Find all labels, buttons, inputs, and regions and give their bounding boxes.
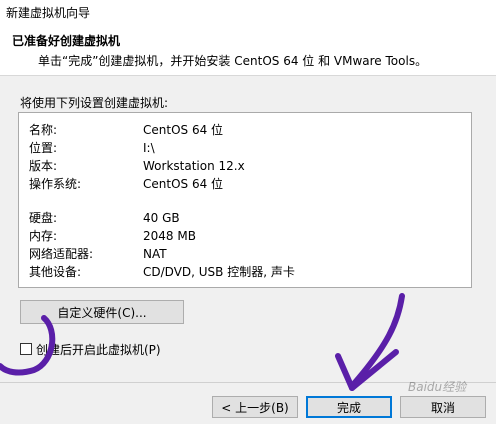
watermark: Baidu经验 <box>408 380 467 394</box>
summary-value: I:\ <box>143 141 155 155</box>
summary-value: 2048 MB <box>143 229 196 243</box>
summary-value: CentOS 64 位 <box>143 177 224 191</box>
summary-value: NAT <box>143 247 167 261</box>
wizard-header: 已准备好创建虚拟机 单击“完成”创建虚拟机，并开始安装 CentOS 64 位 … <box>0 24 496 76</box>
summary-key: 操作系统: <box>29 177 82 191</box>
summary-key: 名称: <box>29 123 58 137</box>
back-button[interactable]: < 上一步(B) <box>212 396 298 418</box>
finish-button[interactable]: 完成 <box>306 396 392 418</box>
summary-row-disk: 硬盘: 40 GB <box>19 209 471 227</box>
summary-value: Workstation 12.x <box>143 159 245 173</box>
arrow-shaft-annotation <box>349 293 405 389</box>
summary-row-os: 操作系统: CentOS 64 位 <box>19 175 471 193</box>
summary-key: 位置: <box>29 141 58 155</box>
customize-hardware-button[interactable]: 自定义硬件(C)... <box>20 300 184 324</box>
summary-key: 硬盘: <box>29 211 58 225</box>
power-on-label: 创建后开启此虚拟机(P) <box>36 342 161 357</box>
header-title: 已准备好创建虚拟机 <box>12 34 121 48</box>
arrow-head-left-annotation <box>335 353 355 391</box>
power-on-checkbox[interactable] <box>20 343 32 355</box>
summary-row-location: 位置: I:\ <box>19 139 471 157</box>
summary-key: 版本: <box>29 159 58 173</box>
window-title: 新建虚拟机向导 <box>6 5 91 20</box>
new-vm-wizard-window: 新建虚拟机向导 已准备好创建虚拟机 单击“完成”创建虚拟机，并开始安装 Cent… <box>0 0 496 424</box>
header-subtitle: 单击“完成”创建虚拟机，并开始安装 CentOS 64 位 和 VMware T… <box>38 54 428 68</box>
summary-row-memory: 内存: 2048 MB <box>19 227 471 245</box>
cancel-button[interactable]: 取消 <box>400 396 486 418</box>
settings-summary-box: 名称: CentOS 64 位 位置: I:\ 版本: Workstation … <box>18 112 472 288</box>
summary-row-version: 版本: Workstation 12.x <box>19 157 471 175</box>
window-titlebar: 新建虚拟机向导 <box>0 0 496 24</box>
summary-key: 网络适配器: <box>29 247 94 261</box>
summary-value: CentOS 64 位 <box>143 123 224 137</box>
summary-key: 其他设备: <box>29 265 82 279</box>
summary-value: CD/DVD, USB 控制器, 声卡 <box>143 265 295 279</box>
power-on-option[interactable]: 创建后开启此虚拟机(P) <box>20 340 161 358</box>
summary-row-name: 名称: CentOS 64 位 <box>19 121 471 139</box>
summary-row-network: 网络适配器: NAT <box>19 245 471 263</box>
summary-row-other-devices: 其他设备: CD/DVD, USB 控制器, 声卡 <box>19 263 471 281</box>
footer-divider <box>0 382 496 383</box>
summary-value: 40 GB <box>143 211 180 225</box>
summary-key: 内存: <box>29 229 58 243</box>
summary-label: 将使用下列设置创建虚拟机: <box>20 96 169 110</box>
